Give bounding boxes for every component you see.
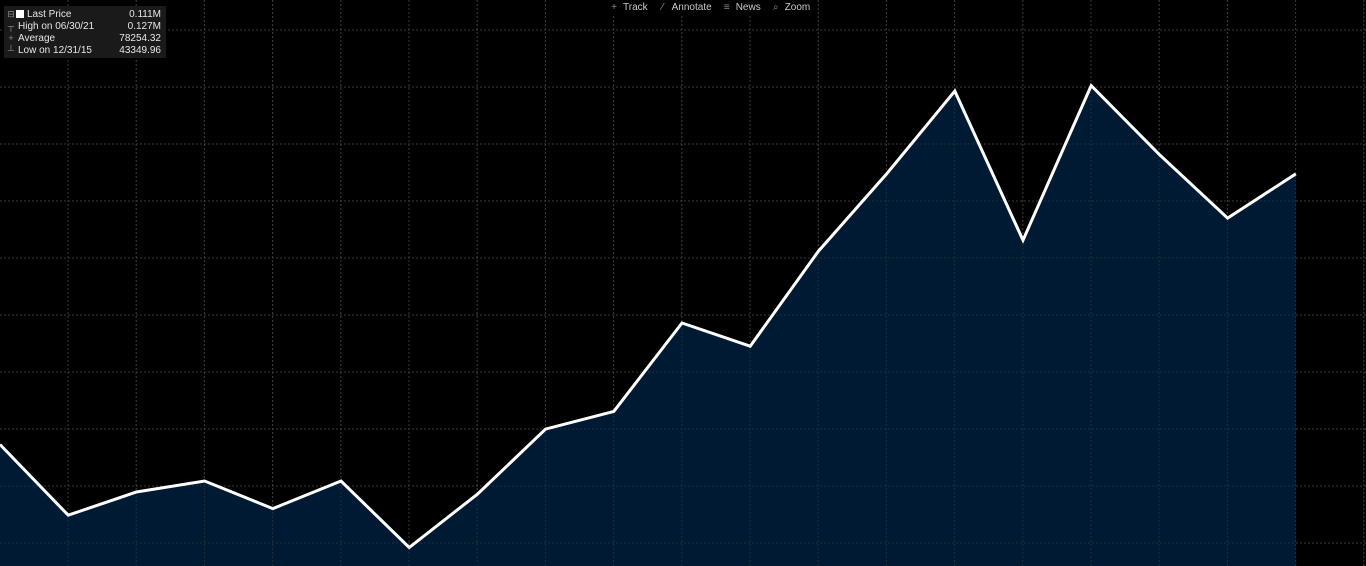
high-value: 0.127M: [127, 20, 161, 32]
data-point-3[interactable]: [202, 478, 208, 484]
legend-row-last-price: ⊟ Last Price 0.111M: [4, 8, 166, 20]
data-point-18[interactable]: [1225, 215, 1231, 221]
annotate-button[interactable]: ⁄ Annotate: [658, 2, 712, 13]
data-point-16[interactable]: [1088, 83, 1094, 89]
data-point-17[interactable]: [1156, 152, 1162, 158]
data-point-8[interactable]: [543, 426, 549, 432]
collapse-toggle-icon[interactable]: ⊟: [6, 9, 16, 20]
data-point-2[interactable]: [133, 489, 139, 495]
track-button[interactable]: + Track: [609, 2, 648, 13]
last-price-swatch: [16, 10, 24, 18]
pencil-icon: ⁄: [661, 2, 664, 13]
high-marker-icon: ┬: [7, 21, 15, 31]
data-point-14[interactable]: [952, 88, 958, 94]
area-layer: [0, 85, 1296, 566]
legend-row-high: ┬ High on 06/30/21 0.127M: [4, 20, 166, 32]
data-point-9[interactable]: [611, 408, 617, 414]
last-price-value: 0.111M: [129, 8, 161, 20]
data-point-5[interactable]: [338, 478, 344, 484]
legend-row-low: ┴ Low on 12/31/15 43349.96: [4, 44, 166, 56]
chart-legend: ⊟ Last Price 0.111M ┬ High on 06/30/21 0…: [4, 6, 166, 58]
average-marker-icon: +: [8, 33, 14, 43]
crosshair-icon: +: [611, 2, 617, 13]
data-point-10[interactable]: [679, 320, 685, 326]
low-value: 43349.96: [119, 44, 161, 56]
legend-row-average: + Average 78254.32: [4, 32, 166, 44]
data-point-11[interactable]: [747, 343, 753, 349]
news-button[interactable]: ≡ News: [722, 2, 761, 13]
average-value: 78254.32: [119, 32, 161, 44]
magnifier-icon: ⌕: [772, 2, 779, 13]
data-point-4[interactable]: [270, 506, 276, 512]
low-marker-icon: ┴: [7, 45, 15, 55]
price-chart[interactable]: [0, 0, 1366, 566]
data-point-13[interactable]: [884, 171, 890, 177]
news-lines-icon: ≡: [723, 2, 730, 13]
zoom-button[interactable]: ⌕ Zoom: [771, 2, 811, 13]
annotate-label: Annotate: [671, 2, 712, 13]
chart-toolbar: + Track ⁄ Annotate ≡ News ⌕ Zoom: [605, 0, 815, 15]
low-label: Low on 12/31/15: [18, 44, 92, 56]
data-point-7[interactable]: [474, 491, 480, 497]
news-label: News: [735, 2, 761, 13]
zoom-label: Zoom: [784, 2, 811, 13]
chart-area[interactable]: + Track ⁄ Annotate ≡ News ⌕ Zoom ⊟ Last …: [0, 0, 1366, 566]
data-point-1[interactable]: [65, 512, 71, 518]
area-fill: [0, 85, 1296, 566]
average-label: Average: [18, 32, 56, 44]
data-point-6[interactable]: [406, 545, 412, 551]
last-price-label: Last Price: [27, 8, 72, 20]
high-label: High on 06/30/21: [18, 20, 95, 32]
data-point-15[interactable]: [1020, 237, 1026, 243]
data-point-12[interactable]: [815, 248, 821, 254]
track-label: Track: [623, 2, 648, 13]
data-point-19[interactable]: [1293, 171, 1299, 177]
